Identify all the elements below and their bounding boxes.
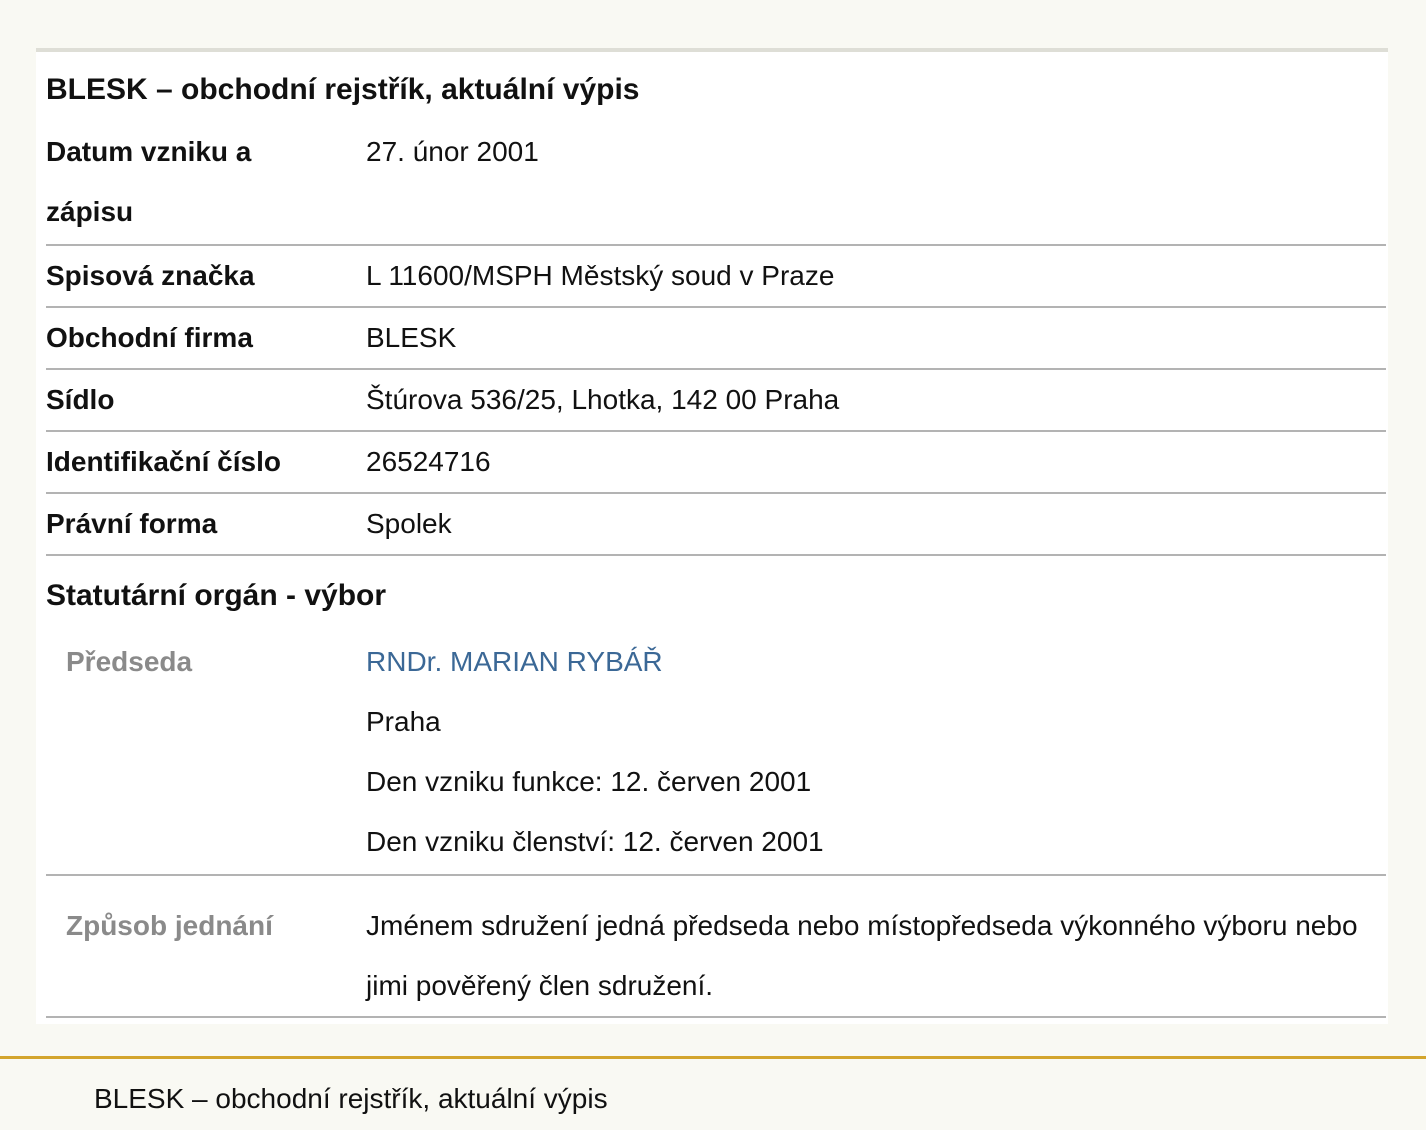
- row-value: Štúrova 536/25, Lhotka, 142 00 Praha: [366, 384, 840, 415]
- row-manner-of-acting: Způsob jednání Jménem sdružení jedná pře…: [46, 876, 1386, 1018]
- row-label: Sídlo: [46, 384, 115, 415]
- footer-title: BLESK – obchodní rejstřík, aktuální výpi…: [94, 1083, 608, 1114]
- membership-start-date: Den vzniku členství: 12. červen 2001: [366, 826, 824, 857]
- manner-of-acting-label: Způsob jednání: [66, 910, 273, 941]
- row-file-number: Spisová značka L 11600/MSPH Městský soud…: [46, 246, 1386, 308]
- chairman-label: Předseda: [66, 646, 193, 677]
- row-label: Obchodní firma: [46, 322, 253, 353]
- chairman-name-link[interactable]: RNDr. MARIAN RYBÁŘ: [366, 632, 1376, 692]
- registry-card: BLESK – obchodní rejstřík, aktuální výpi…: [36, 48, 1388, 1024]
- manner-of-acting-value: Jménem sdružení jedná předseda nebo míst…: [366, 910, 1358, 1001]
- row-legal-form: Právní forma Spolek: [46, 494, 1386, 556]
- row-value: 27. únor 2001: [366, 136, 539, 167]
- row-business-name: Obchodní firma BLESK: [46, 308, 1386, 370]
- row-date-of-origin: Datum vzniku a zápisu 27. únor 2001: [46, 122, 1386, 246]
- row-value: 26524716: [366, 446, 491, 477]
- row-value: BLESK: [366, 322, 457, 353]
- card-title: BLESK – obchodní rejstřík, aktuální výpi…: [46, 73, 640, 106]
- row-identification-number: Identifikační číslo 26524716: [46, 432, 1386, 494]
- row-chairman: Předseda RNDr. MARIAN RYBÁŘ Praha Den vz…: [46, 632, 1386, 876]
- row-value: Spolek: [366, 508, 452, 539]
- row-label: Právní forma: [46, 508, 218, 539]
- row-value: L 11600/MSPH Městský soud v Praze: [366, 260, 835, 291]
- footer: BLESK – obchodní rejstřík, aktuální výpi…: [0, 1056, 1426, 1130]
- chairman-city: Praha: [366, 706, 441, 737]
- row-label: Spisová značka: [46, 260, 255, 291]
- row-label: Identifikační číslo: [46, 446, 281, 477]
- chairman-details: RNDr. MARIAN RYBÁŘ Praha Den vzniku funk…: [366, 632, 1376, 872]
- row-label: Datum vzniku a zápisu: [46, 136, 252, 227]
- statutory-body-title: Statutární orgán - výbor: [46, 579, 387, 612]
- row-registered-office: Sídlo Štúrova 536/25, Lhotka, 142 00 Pra…: [46, 370, 1386, 432]
- function-start-date: Den vzniku funkce: 12. červen 2001: [366, 766, 812, 797]
